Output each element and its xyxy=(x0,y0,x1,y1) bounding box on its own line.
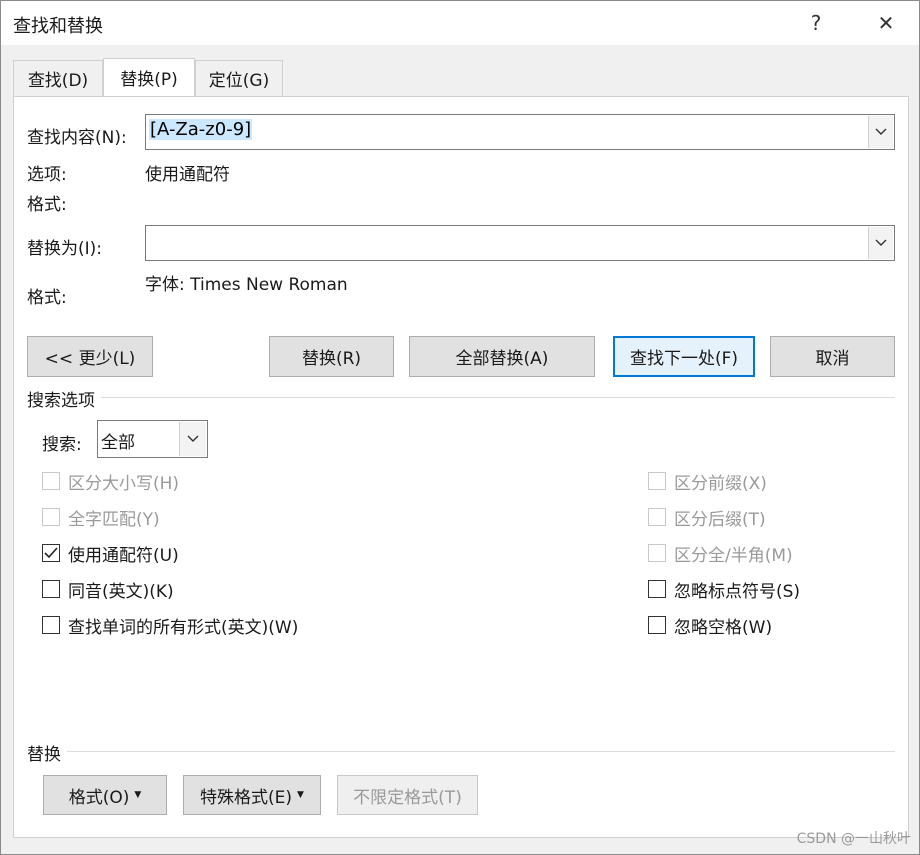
search-options-divider xyxy=(27,397,895,398)
replace-with-label: 替换为(I): xyxy=(27,239,103,259)
wildcards-checkbox[interactable] xyxy=(42,544,60,562)
ignore-whitespace-option[interactable]: 忽略空格(W) xyxy=(648,614,773,638)
dropdown-arrow-icon: ▼ xyxy=(297,790,304,800)
checkmark-icon xyxy=(44,547,58,559)
match-prefix-label: 区分前缀(X) xyxy=(674,473,767,494)
ignore-punctuation-checkbox[interactable] xyxy=(648,580,666,598)
chevron-down-icon xyxy=(875,239,887,246)
match-suffix-checkbox[interactable] xyxy=(648,508,666,526)
title-bar: 查找和替换 ? ✕ xyxy=(1,1,919,45)
tab-panel: 查找内容(N): [A-Za-z0-9] 选项: 使用通配符 格式: 替换为(I… xyxy=(13,96,909,838)
find-next-button-label: 查找下一处(F) xyxy=(629,349,739,369)
replace-button-label: 替换(R) xyxy=(301,349,362,369)
less-button-label: << 更少(L) xyxy=(44,349,136,369)
special-format-button-label: 特殊格式(E) xyxy=(200,787,293,808)
all-word-forms-option[interactable]: 查找单词的所有形式(英文)(W) xyxy=(42,614,299,638)
find-what-combo[interactable]: [A-Za-z0-9] xyxy=(145,114,895,150)
find-replace-dialog: 查找和替换 ? ✕ 查找(D) 替换(P) 定位(G) 查找内容(N): [A-… xyxy=(0,0,920,855)
replace-section-title: 替换 xyxy=(27,740,67,765)
match-width-checkbox[interactable] xyxy=(648,544,666,562)
match-prefix-checkbox[interactable] xyxy=(648,472,666,490)
options-value: 使用通配符 xyxy=(145,165,230,185)
ignore-whitespace-checkbox[interactable] xyxy=(648,616,666,634)
replace-format-label: 格式: xyxy=(27,288,67,308)
replace-section-divider xyxy=(27,751,895,752)
match-width-label: 区分全/半角(M) xyxy=(674,545,793,566)
whole-word-label: 全字匹配(Y) xyxy=(68,509,160,530)
sounds-like-option[interactable]: 同音(英文)(K) xyxy=(42,578,174,602)
ignore-punctuation-option[interactable]: 忽略标点符号(S) xyxy=(648,578,801,602)
find-format-label: 格式: xyxy=(27,195,67,215)
find-what-value[interactable]: [A-Za-z0-9] xyxy=(149,119,253,140)
match-case-label: 区分大小写(H) xyxy=(68,473,180,494)
wildcards-label: 使用通配符(U) xyxy=(68,545,179,566)
match-width-option[interactable]: 区分全/半角(M) xyxy=(648,542,793,566)
whole-word-checkbox[interactable] xyxy=(42,508,60,526)
chevron-down-icon xyxy=(875,128,887,135)
tab-goto-label: 定位(G) xyxy=(208,71,270,91)
replace-button[interactable]: 替换(R) xyxy=(269,336,394,377)
match-case-option[interactable]: 区分大小写(H) xyxy=(42,470,180,494)
dropdown-arrow-icon: ▼ xyxy=(134,790,142,800)
tab-replace-label: 替换(P) xyxy=(120,70,178,90)
less-button[interactable]: << 更少(L) xyxy=(27,336,153,377)
tab-replace[interactable]: 替换(P) xyxy=(103,58,195,96)
tab-goto[interactable]: 定位(G) xyxy=(195,60,283,96)
tab-find-label: 查找(D) xyxy=(27,71,89,91)
no-formatting-button[interactable]: 不限定格式(T) xyxy=(337,775,478,815)
match-suffix-label: 区分后缀(T) xyxy=(674,509,766,530)
cancel-button-label: 取消 xyxy=(815,349,850,369)
search-direction-select[interactable]: 全部 xyxy=(97,420,208,458)
sounds-like-checkbox[interactable] xyxy=(42,580,60,598)
search-direction-label: 搜索: xyxy=(42,435,82,455)
find-next-button[interactable]: 查找下一处(F) xyxy=(613,336,755,377)
all-word-forms-checkbox[interactable] xyxy=(42,616,60,634)
chevron-down-icon xyxy=(187,435,199,442)
format-button-label: 格式(O) xyxy=(68,787,130,808)
close-icon: ✕ xyxy=(877,11,895,35)
no-formatting-button-label: 不限定格式(T) xyxy=(353,787,462,808)
sounds-like-label: 同音(英文)(K) xyxy=(68,581,174,602)
dialog-title: 查找和替换 xyxy=(13,16,103,37)
special-format-button[interactable]: 特殊格式(E) ▼ xyxy=(183,775,321,815)
match-case-checkbox[interactable] xyxy=(42,472,60,490)
match-suffix-option[interactable]: 区分后缀(T) xyxy=(648,506,766,530)
help-icon: ? xyxy=(810,11,822,35)
tab-find[interactable]: 查找(D) xyxy=(13,60,103,96)
find-dropdown-button[interactable] xyxy=(868,116,893,148)
cancel-button[interactable]: 取消 xyxy=(770,336,895,377)
replace-with-combo[interactable] xyxy=(145,225,895,261)
find-what-label: 查找内容(N): xyxy=(27,128,127,148)
search-direction-dropdown[interactable] xyxy=(179,422,206,456)
help-button[interactable]: ? xyxy=(786,1,846,45)
replace-format-value: 字体: Times New Roman xyxy=(145,275,348,295)
options-label: 选项: xyxy=(27,165,67,185)
whole-word-option[interactable]: 全字匹配(Y) xyxy=(42,506,160,530)
watermark: CSDN @一山秋叶 xyxy=(796,831,911,847)
format-button[interactable]: 格式(O) ▼ xyxy=(43,775,167,815)
all-word-forms-label: 查找单词的所有形式(英文)(W) xyxy=(68,617,299,638)
replace-dropdown-button[interactable] xyxy=(868,227,893,259)
close-button[interactable]: ✕ xyxy=(856,1,916,45)
replace-all-button-label: 全部替换(A) xyxy=(455,349,549,369)
replace-all-button[interactable]: 全部替换(A) xyxy=(409,336,595,377)
match-prefix-option[interactable]: 区分前缀(X) xyxy=(648,470,767,494)
search-options-title: 搜索选项 xyxy=(27,386,101,411)
wildcards-option[interactable]: 使用通配符(U) xyxy=(42,542,179,566)
ignore-whitespace-label: 忽略空格(W) xyxy=(674,617,773,638)
ignore-punctuation-label: 忽略标点符号(S) xyxy=(674,581,801,602)
search-direction-value: 全部 xyxy=(101,433,135,453)
